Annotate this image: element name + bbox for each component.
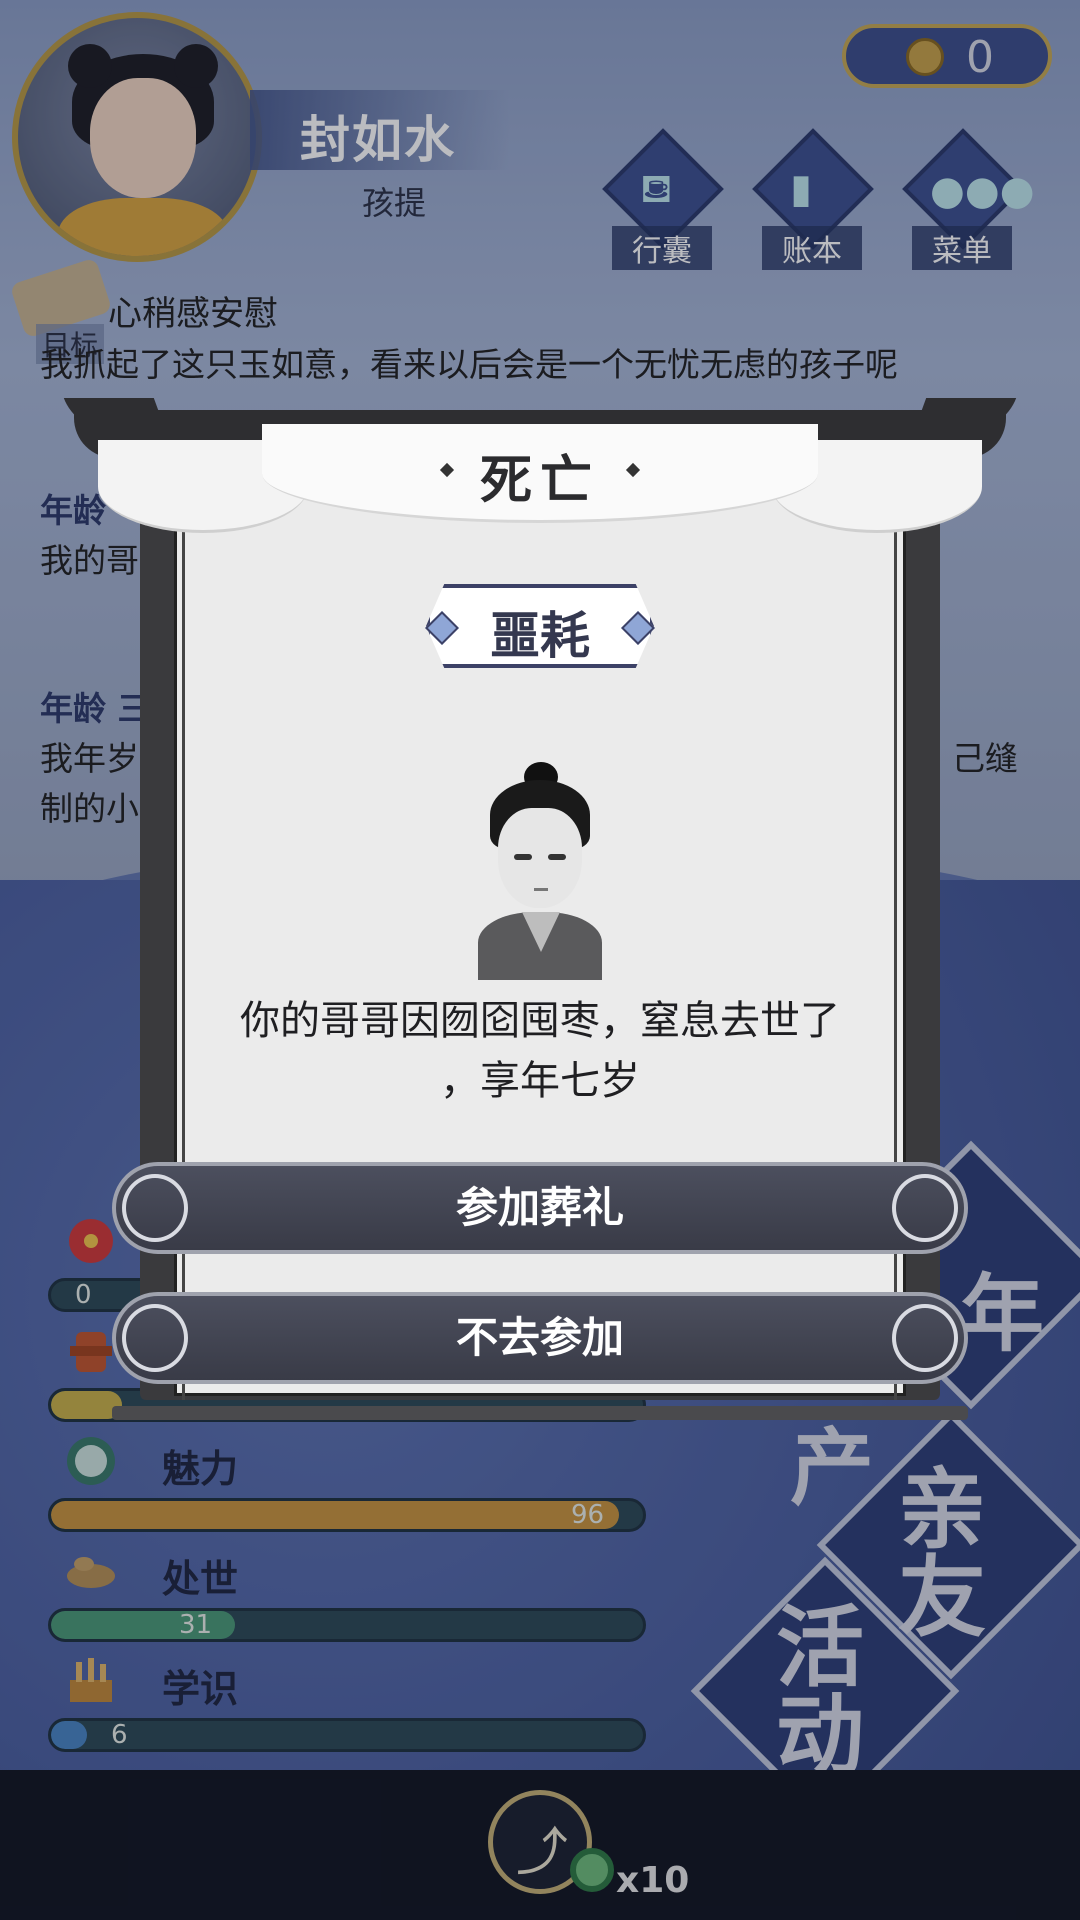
dialog-title: 死亡 bbox=[479, 451, 600, 511]
attend-funeral-label: 参加葬礼 bbox=[455, 1183, 624, 1232]
panel-rule bbox=[894, 460, 897, 1400]
death-message: ，享年七岁 bbox=[440, 1058, 640, 1104]
portrait-eye bbox=[548, 854, 566, 860]
portrait-mouth bbox=[534, 888, 548, 891]
news-tag-text: 噩耗 bbox=[490, 607, 590, 665]
decline-funeral-button[interactable]: 不去参加 bbox=[112, 1292, 968, 1384]
portrait-eye bbox=[514, 854, 532, 860]
decline-funeral-label: 不去参加 bbox=[455, 1313, 624, 1362]
portrait-face bbox=[498, 808, 582, 908]
brother-portrait bbox=[478, 762, 602, 980]
attend-funeral-button[interactable]: 参加葬礼 bbox=[112, 1162, 968, 1254]
dialog-base bbox=[112, 1406, 968, 1420]
death-message: 你的哥哥因囫囵囤枣，窒息去世了 bbox=[240, 998, 840, 1044]
panel-rule bbox=[182, 460, 185, 1400]
